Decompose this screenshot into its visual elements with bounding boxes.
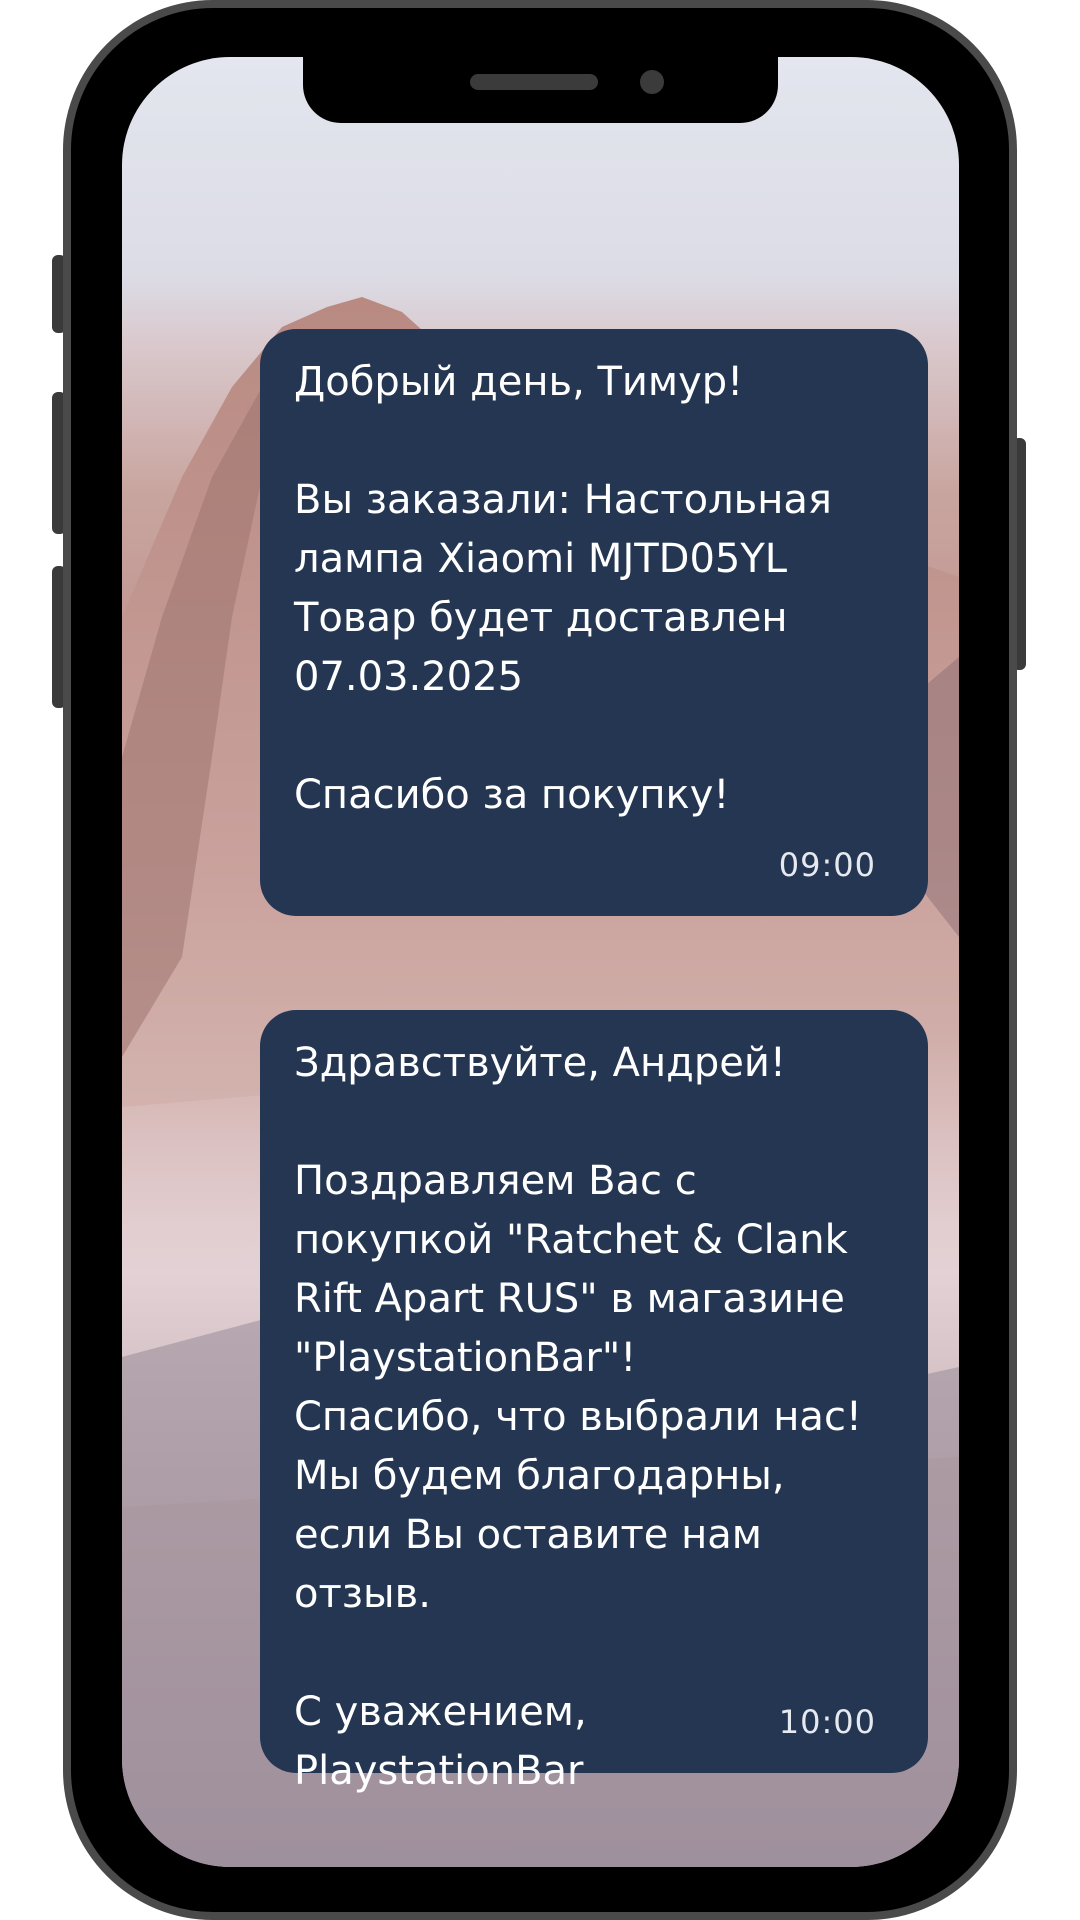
phone-mockup: Добрый день, Тимур! Вы заказали: Настоль…: [0, 0, 1080, 1920]
message-time: 09:00: [778, 846, 876, 884]
message-text: Добрый день, Тимур! Вы заказали: Настоль…: [294, 359, 832, 818]
message-bubble: Здравствуйте, Андрей! Поздравляем Вас с …: [260, 1010, 928, 1794]
message-bubble: Добрый день, Тимур! Вы заказали: Настоль…: [260, 329, 928, 916]
message-text: Здравствуйте, Андрей! Поздравляем Вас с …: [294, 1040, 862, 1794]
notch: [303, 57, 778, 123]
front-camera: [640, 70, 664, 94]
message-time: 10:00: [778, 1703, 876, 1741]
speaker-grille: [470, 74, 598, 90]
